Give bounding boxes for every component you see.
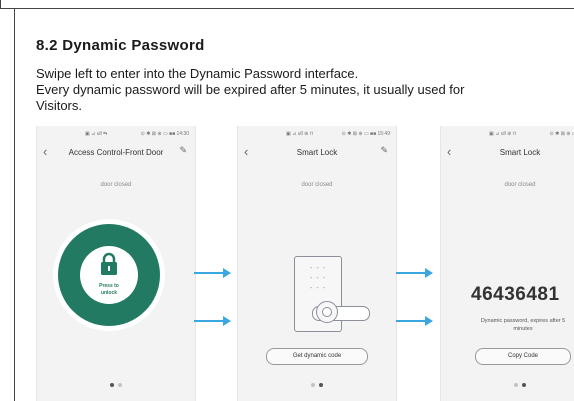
page-dot-2 xyxy=(118,383,122,387)
door-status: door closed xyxy=(504,182,536,188)
section-heading: 8.2 Dynamic Password xyxy=(36,37,205,54)
dynamic-code-note: Dynamic password, expires after 5 minute… xyxy=(465,317,574,333)
phone-screen-smart-lock: ▣ ⊿ ull ⊕ ⊓ ⊙ ✱ ⊠ ⊕ ▭ ■■ 15:49 ‹ Smart L… xyxy=(237,126,397,401)
arrow-right-icon xyxy=(194,316,231,326)
phone-screen-dynamic-code: ▣ ⊿ ull ⊕ ⊓ ⊙ ✱ ⊠ ⊕ ▭ ■ ‹ Smart Lock doo… xyxy=(440,126,574,401)
page-dot-1 xyxy=(311,383,315,387)
unlock-label: Press to unlock xyxy=(80,283,138,297)
nav-bar: ‹ Access Control-Front Door ✎ xyxy=(37,144,195,162)
description-line-3: Visitors. xyxy=(36,98,82,113)
frame-left-line xyxy=(14,8,15,401)
arrow-right-icon xyxy=(396,316,433,326)
arrow-right-icon xyxy=(194,268,231,278)
status-bar: ▣ ⊿ ull ⊕ ⊓ ⊙ ✱ ⊠ ⊕ ▭ ■ xyxy=(441,126,574,140)
status-right-icons: ⊙ ✱ ⊠ ⊕ ▭ ■ xyxy=(549,131,574,137)
description-line-1: Swipe left to enter into the Dynamic Pas… xyxy=(36,66,359,81)
frame-corner-line xyxy=(0,0,1,8)
door-knob-center-icon xyxy=(322,307,332,317)
page-dot-2 xyxy=(319,383,323,387)
status-right-icons: ⊙ ✱ ⊠ ⊕ ▭ ■■ 15:49 xyxy=(341,131,390,137)
screen-title: Access Control-Front Door xyxy=(68,148,164,157)
get-dynamic-code-button[interactable]: Get dynamic code xyxy=(266,348,368,365)
pencil-icon[interactable]: ✎ xyxy=(179,145,187,156)
status-center-icons: ▣ ⊿ ull ⇆ xyxy=(85,131,108,137)
copy-code-button[interactable]: Copy Code xyxy=(475,348,571,365)
nav-bar: ‹ Smart Lock ✎ xyxy=(238,144,396,162)
page-indicator xyxy=(37,383,195,387)
page-dot-1 xyxy=(514,383,518,387)
screen-title: Smart Lock xyxy=(499,148,541,157)
section-description: Swipe left to enter into the Dynamic Pas… xyxy=(36,66,556,114)
status-bar: ▣ ⊿ ull ⇆ ⊙ ✱ ⊠ ⊕ ▭ ■■ 14:30 xyxy=(37,126,195,140)
description-line-2: Every dynamic password will be expired a… xyxy=(36,82,465,97)
dynamic-code-value: 46436481 xyxy=(471,284,560,305)
pencil-icon[interactable]: ✎ xyxy=(380,145,388,156)
frame-top-line xyxy=(0,8,574,9)
door-mark: - - - xyxy=(310,265,326,272)
dynamic-code-note-line-2: minutes xyxy=(513,326,533,332)
screen-title: Smart Lock xyxy=(296,148,338,157)
status-center-icons: ▣ ⊿ ull ⊕ ⊓ xyxy=(286,131,314,137)
status-center-icons: ▣ ⊿ ull ⊕ ⊓ xyxy=(489,131,517,137)
padlock-icon xyxy=(101,252,117,275)
phone-screen-access-control: ▣ ⊿ ull ⇆ ⊙ ✱ ⊠ ⊕ ▭ ■■ 14:30 ‹ Access Co… xyxy=(36,126,196,401)
page-indicator xyxy=(238,383,396,387)
unlock-label-line-1: Press to xyxy=(99,283,119,289)
door-status: door closed xyxy=(301,182,333,188)
unlock-label-line-2: unlock xyxy=(100,290,118,296)
page-dot-2 xyxy=(522,383,526,387)
dynamic-code-note-line-1: Dynamic password, expires after 5 xyxy=(480,318,566,324)
page-dot-1 xyxy=(110,383,114,387)
page-indicator xyxy=(441,383,574,387)
door-mark: - - - xyxy=(310,275,326,282)
door-mark: - - - xyxy=(310,285,326,292)
status-right-icons: ⊙ ✱ ⊠ ⊕ ▭ ■■ 14:30 xyxy=(140,131,189,137)
door-status: door closed xyxy=(100,182,132,188)
status-bar: ▣ ⊿ ull ⊕ ⊓ ⊙ ✱ ⊠ ⊕ ▭ ■■ 15:49 xyxy=(238,126,396,140)
nav-bar: ‹ Smart Lock xyxy=(441,144,574,162)
arrow-right-icon xyxy=(396,268,433,278)
